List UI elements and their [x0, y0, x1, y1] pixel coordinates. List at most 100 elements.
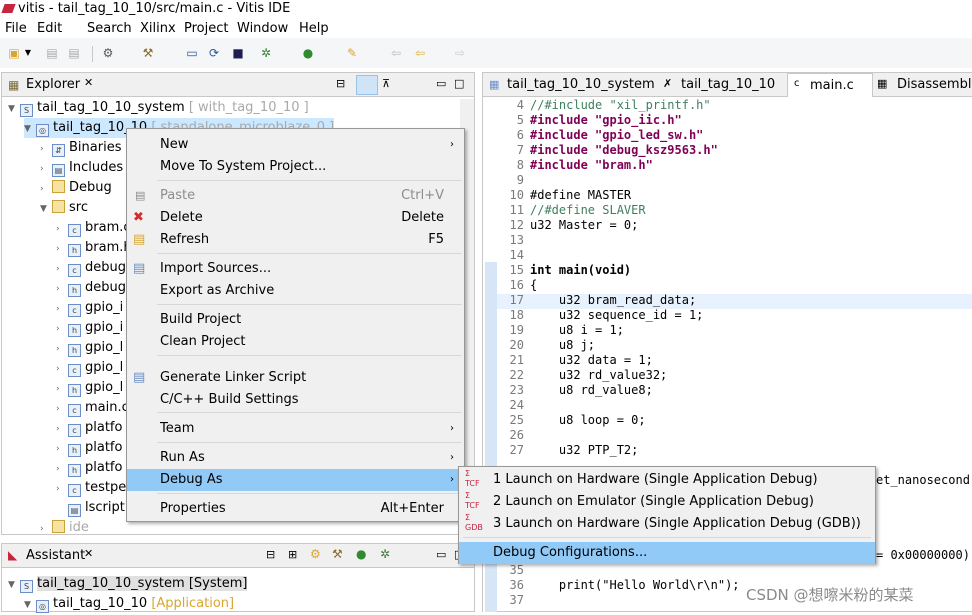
maximize-icon[interactable]: □ — [454, 77, 464, 90]
menu-item-paste[interactable]: ▤ Paste Ctrl+V — [127, 185, 464, 207]
console-icon[interactable]: ■ — [230, 45, 246, 61]
menu-item-build-project[interactable]: Build Project — [127, 309, 464, 331]
settings-icon[interactable]: ⚙ — [310, 547, 321, 561]
tree-item-file[interactable]: › h platfo — [56, 458, 122, 478]
menu-search[interactable]: Search — [87, 21, 132, 36]
menu-item-team[interactable]: Team › — [127, 418, 464, 440]
menu-item-properties[interactable]: Properties Alt+Enter — [127, 498, 464, 520]
tree-item-file[interactable]: › c main.c — [56, 398, 129, 418]
tree-item-binaries[interactable]: › ⇵ Binaries — [40, 138, 121, 158]
tree-item-file[interactable]: › c debug — [56, 258, 126, 278]
tree-item-includes[interactable]: › ▤ Includes — [40, 158, 123, 178]
close-icon[interactable]: ✕ — [84, 76, 93, 89]
menu-help[interactable]: Help — [299, 21, 329, 36]
assistant-item-application[interactable]: ▼ ◎ tail_tag_10_10 [Application] — [24, 594, 234, 614]
menu-item-run-as[interactable]: Run As › — [127, 447, 464, 469]
system-icon: ▦ — [489, 78, 500, 91]
line-number: 8 — [516, 158, 524, 172]
minimize-icon[interactable]: ▭ — [436, 548, 446, 561]
menu-item-generate-linker-script[interactable]: ▤ Generate Linker Script — [127, 367, 464, 389]
tree-item-system[interactable]: ▼ Stail_tag_10_10_system [ with_tag_10_10… — [8, 98, 309, 118]
last-edit-icon[interactable]: ⇦ — [388, 45, 404, 61]
save-icon[interactable]: ▤ — [44, 45, 60, 61]
menu-item-debug-as[interactable]: Debug As › — [127, 469, 464, 491]
code-fragment: = 0x00000000); — [876, 548, 972, 562]
code-line: #include "gpio_led_sw.h" — [530, 128, 704, 142]
minimize-icon[interactable]: ▭ — [436, 77, 446, 90]
code-line: //#define SLAVER — [530, 203, 646, 217]
refresh-icon: ▤ — [133, 232, 146, 247]
menu-window[interactable]: Window — [237, 21, 288, 36]
tree-item-ide[interactable]: › ide — [40, 518, 89, 538]
menu-item-new[interactable]: New › — [127, 134, 464, 156]
code-line: { — [530, 278, 538, 292]
menu-item-clean-project[interactable]: Clean Project — [127, 331, 464, 353]
settings-icon[interactable]: ⚙ — [100, 45, 116, 61]
tree-item-file[interactable]: ▤ lscript — [56, 498, 125, 518]
tree-item-file[interactable]: › h bram.h — [56, 238, 132, 258]
external-tools-icon[interactable]: ✎ — [344, 45, 360, 61]
collapse-icon[interactable]: ⊟ — [266, 548, 275, 561]
line-number: 11 — [509, 203, 524, 217]
tree-item-file[interactable]: › h platfo — [56, 438, 122, 458]
save-all-icon[interactable]: ▤ — [66, 45, 82, 61]
includes-icon: ▤ — [52, 164, 65, 177]
menu-item-build-settings[interactable]: C/C++ Build Settings — [127, 389, 464, 411]
tab-main-c[interactable]: c main.c — [787, 73, 873, 97]
back-icon[interactable]: ⇦ — [412, 45, 428, 61]
line-number: 6 — [516, 128, 524, 142]
line-number: 7 — [516, 143, 524, 157]
dropdown-icon[interactable]: ▼ — [20, 45, 36, 61]
application-icon: ◎ — [36, 600, 49, 613]
forward-icon[interactable]: ⇨ — [452, 45, 468, 61]
tab-explorer[interactable]: Explorer — [26, 77, 80, 92]
tab-system[interactable]: tail_tag_10_10_system — [507, 77, 655, 92]
close-icon[interactable]: ✕ — [84, 547, 93, 560]
menu-project[interactable]: Project — [184, 21, 228, 36]
tab-disassembly[interactable]: Disassembly — [897, 77, 972, 92]
tree-item-file[interactable]: › c testpe — [56, 478, 126, 498]
run-icon[interactable]: ● — [356, 547, 366, 561]
build-hammer-icon[interactable]: ⚒ — [332, 547, 343, 561]
tree-item-src[interactable]: ▼ src — [40, 198, 88, 218]
assistant-item-system[interactable]: ▼ Stail_tag_10_10_system [System] — [8, 574, 248, 594]
terminal-icon[interactable]: ▭ — [184, 45, 200, 61]
expand-icon[interactable]: ⊞ — [288, 548, 297, 561]
menu-item-import-sources[interactable]: ▤ Import Sources... — [127, 258, 464, 280]
menu-item-refresh[interactable]: ▤ Refresh F5 — [127, 229, 464, 251]
tab-application[interactable]: tail_tag_10_10 — [681, 77, 775, 92]
menu-item-delete[interactable]: ✖ Delete Delete — [127, 207, 464, 229]
tree-item-file[interactable]: › c gpio_i — [56, 298, 123, 318]
title-bar: vitis - tail_tag_10_10/src/main.c - Viti… — [0, 0, 972, 18]
debug-bug-icon[interactable]: ✲ — [380, 547, 390, 561]
link-icon[interactable]: ⟳ — [206, 45, 222, 61]
filter-icon[interactable]: ⊼ — [382, 77, 390, 90]
menu-item-move-to-system-project[interactable]: Move To System Project... — [127, 156, 464, 178]
tree-item-file[interactable]: › h gpio_l — [56, 378, 123, 398]
menu-item-export-archive[interactable]: Export as Archive — [127, 280, 464, 302]
build-hammer-icon[interactable]: ⚒ — [140, 45, 156, 61]
tab-assistant[interactable]: Assistant — [26, 548, 85, 563]
submenu-launch-hardware[interactable]: Σ TCF 1 Launch on Hardware (Single Applica… — [459, 469, 875, 491]
submenu-launch-emulator[interactable]: Σ TCF 2 Launch on Emulator (Single Applica… — [459, 491, 875, 513]
link-editor-icon[interactable] — [356, 75, 378, 95]
menu-edit[interactable]: Edit — [37, 21, 62, 36]
tree-item-file[interactable]: › h debug — [56, 278, 126, 298]
tree-item-file[interactable]: › c platfo — [56, 418, 122, 438]
tree-item-file[interactable]: › h gpio_l — [56, 338, 123, 358]
folder-icon — [52, 200, 65, 213]
line-number: 9 — [516, 173, 524, 187]
tree-item-file[interactable]: › c bram.c — [56, 218, 131, 238]
debug-bug-icon[interactable]: ✲ — [258, 45, 274, 61]
submenu-launch-hardware-gdb[interactable]: Σ GDB 3 Launch on Hardware (Single Applica… — [459, 513, 875, 535]
code-line: u32 PTP_T2; — [530, 443, 639, 457]
menu-file[interactable]: File — [5, 21, 27, 36]
menu-xilinx[interactable]: Xilinx — [140, 21, 176, 36]
collapse-all-icon[interactable]: ⊟ — [336, 77, 345, 90]
submenu-debug-configurations[interactable]: Debug Configurations... — [459, 542, 875, 564]
run-icon[interactable]: ● — [300, 45, 316, 61]
tree-item-file[interactable]: › c gpio_l — [56, 358, 123, 378]
assistant-icon: ◣ — [8, 548, 18, 562]
tree-item-file[interactable]: › h gpio_i — [56, 318, 123, 338]
tree-item-debug[interactable]: › Debug — [40, 178, 112, 198]
